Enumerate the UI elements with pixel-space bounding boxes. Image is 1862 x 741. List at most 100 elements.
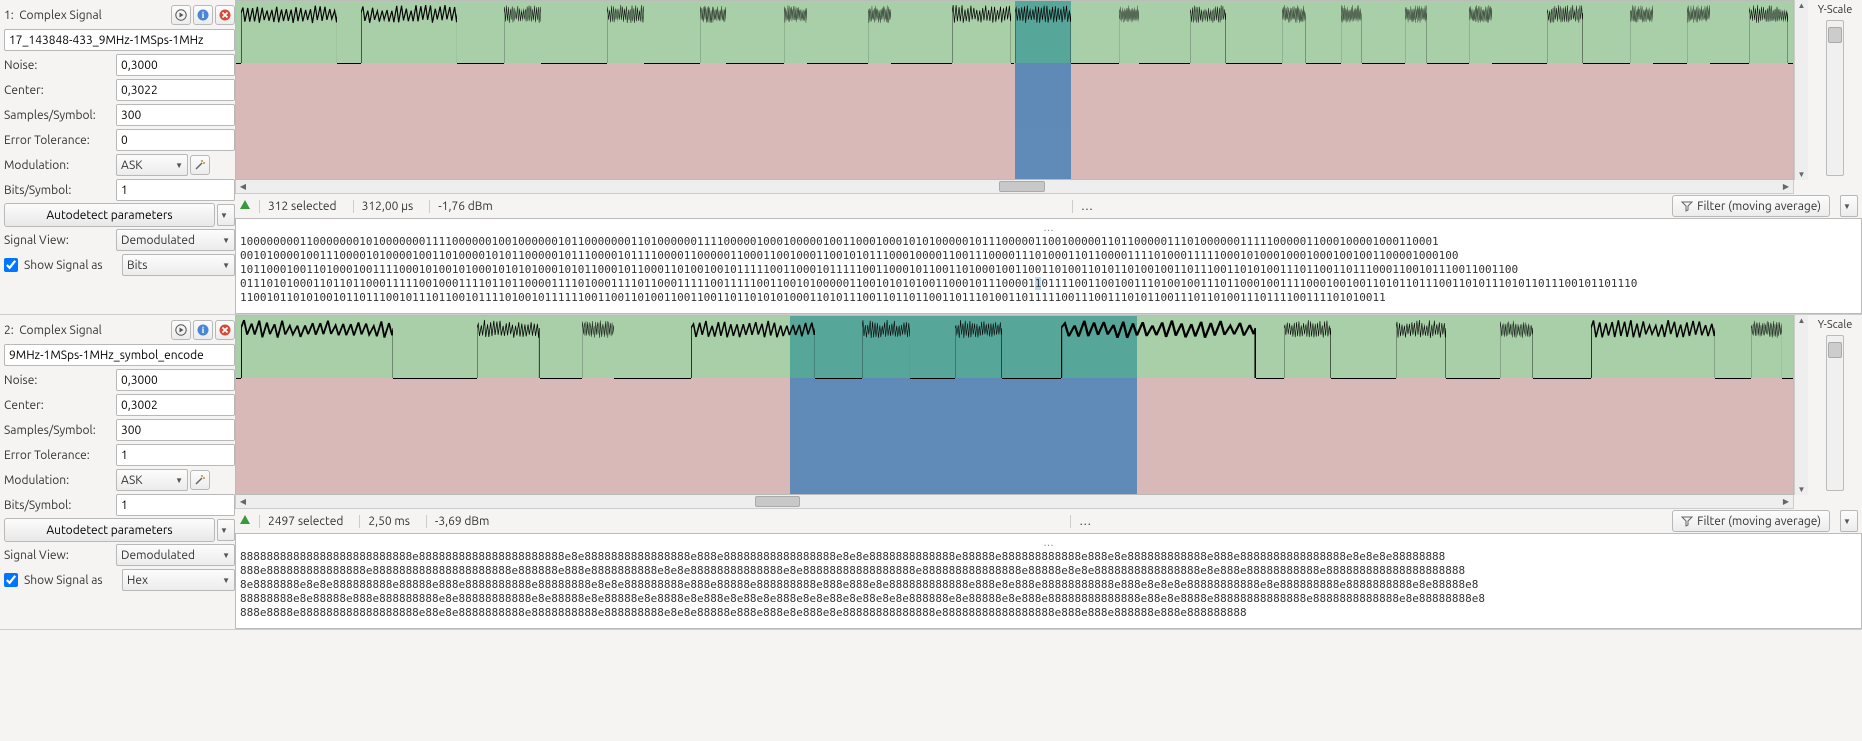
center-input[interactable]: ▲ ▼ bbox=[116, 79, 235, 101]
filter-dropdown[interactable]: ▼ bbox=[1840, 510, 1858, 532]
signal-burst bbox=[477, 316, 539, 378]
autodetect-modulation-button[interactable] bbox=[190, 470, 210, 490]
noise-input[interactable]: ▲ ▼ bbox=[116, 369, 235, 391]
data-line[interactable]: 1011000100110100010011110001010010100010… bbox=[240, 263, 1857, 277]
data-line[interactable]: 888e8888e888888888888888888e88e8e8888888… bbox=[240, 606, 1857, 620]
modulation-select[interactable]: ASK▼ bbox=[116, 154, 188, 176]
data-line[interactable]: 1000000001100000001010000000111100000010… bbox=[240, 235, 1857, 249]
chevron-down-icon: ▼ bbox=[1843, 517, 1851, 526]
center-input[interactable]: ▲ ▼ bbox=[116, 394, 235, 416]
data-line[interactable]: 8e8888888e8e8e888888888e88888e888e888888… bbox=[240, 578, 1857, 592]
close-button[interactable] bbox=[215, 5, 235, 25]
signalview-select[interactable]: Demodulated▼ bbox=[116, 544, 235, 566]
data-line[interactable]: 0111010100011011011000111110010001111011… bbox=[240, 277, 1857, 291]
up-arrow-icon bbox=[239, 199, 251, 214]
signal-burst bbox=[952, 1, 1011, 63]
close-button[interactable] bbox=[215, 320, 235, 340]
show-as-label: Show Signal as bbox=[24, 574, 116, 587]
scroll-up-icon[interactable]: ▲ bbox=[1798, 316, 1806, 325]
scroll-down-icon[interactable]: ▼ bbox=[1798, 485, 1806, 494]
controls-column: 1: Complex Signal i Noise: ▲ ▼ Center: ▲… bbox=[0, 0, 235, 314]
bits-input[interactable]: ▲ ▼ bbox=[116, 179, 235, 201]
noise-input[interactable]: ▲ ▼ bbox=[116, 54, 235, 76]
autodetect-modulation-button[interactable] bbox=[190, 155, 210, 175]
vertical-scrollbar[interactable]: ▲ ▼ bbox=[1794, 0, 1808, 180]
data-view[interactable]: … 10000000011000000010100000001111000000… bbox=[235, 218, 1862, 314]
modulation-select[interactable]: ASK▼ bbox=[116, 469, 188, 491]
bits-input[interactable]: ▲ ▼ bbox=[116, 494, 235, 516]
scroll-left-icon[interactable]: ◀ bbox=[236, 182, 250, 191]
error-label: Error Tolerance: bbox=[4, 449, 116, 462]
autodetect-button[interactable]: Autodetect parameters bbox=[4, 518, 215, 542]
chevron-down-icon: ▼ bbox=[222, 576, 230, 585]
up-arrow-icon bbox=[239, 514, 251, 529]
signal-burst bbox=[1500, 316, 1533, 378]
signal-burst bbox=[1749, 1, 1788, 63]
signal-burst bbox=[700, 1, 726, 63]
chevron-down-icon: ▼ bbox=[175, 161, 183, 170]
error-input[interactable]: ▲ ▼ bbox=[116, 444, 235, 466]
data-line[interactable]: 88888888e8e88888e888e888888888e8e8888888… bbox=[240, 592, 1857, 606]
error-label: Error Tolerance: bbox=[4, 134, 116, 147]
filter-button[interactable]: Filter (moving average) bbox=[1672, 510, 1830, 532]
scroll-right-icon[interactable]: ▶ bbox=[1779, 182, 1793, 191]
show-as-checkbox[interactable] bbox=[4, 573, 18, 587]
filter-label: Filter (moving average) bbox=[1697, 515, 1821, 528]
scroll-up-icon[interactable]: ▲ bbox=[1798, 1, 1806, 10]
status-power: -1,76 dBm bbox=[429, 200, 500, 213]
chevron-down-icon: ▼ bbox=[220, 526, 228, 535]
filename-input[interactable] bbox=[4, 29, 235, 51]
error-input[interactable]: ▲ ▼ bbox=[116, 129, 235, 151]
signalview-label: Signal View: bbox=[4, 549, 116, 562]
filename-input[interactable] bbox=[4, 344, 235, 366]
show-as-select[interactable]: Hex▼ bbox=[122, 569, 235, 591]
signalview-label: Signal View: bbox=[4, 234, 116, 247]
ellipsis-bottom: … bbox=[240, 305, 1857, 314]
data-line[interactable]: 0010100001001110000101000010011010000101… bbox=[240, 249, 1857, 263]
signal-burst bbox=[1119, 1, 1139, 63]
signal-burst bbox=[1591, 316, 1716, 378]
yscale-slider[interactable] bbox=[1826, 335, 1844, 491]
horizontal-scrollbar[interactable]: ◀ ▶ bbox=[235, 180, 1794, 194]
signal-burst bbox=[582, 316, 615, 378]
vertical-scrollbar[interactable]: ▲ ▼ bbox=[1794, 315, 1808, 495]
status-time: 2,50 ms bbox=[359, 515, 418, 528]
play-button[interactable] bbox=[171, 5, 191, 25]
autodetect-dropdown[interactable]: ▼ bbox=[217, 204, 235, 226]
modulation-label: Modulation: bbox=[4, 159, 116, 172]
autodetect-dropdown[interactable]: ▼ bbox=[217, 519, 235, 541]
status-power: -3,69 dBm bbox=[426, 515, 497, 528]
horizontal-scrollbar[interactable]: ◀ ▶ bbox=[235, 495, 1794, 509]
waveform-view[interactable] bbox=[235, 0, 1794, 180]
signalview-select[interactable]: Demodulated▼ bbox=[116, 229, 235, 251]
filter-button[interactable]: Filter (moving average) bbox=[1672, 195, 1830, 217]
show-as-select[interactable]: Bits▼ bbox=[122, 254, 235, 276]
status-ellipsis: … bbox=[1070, 515, 1099, 528]
autodetect-button[interactable]: Autodetect parameters bbox=[4, 203, 215, 227]
scroll-left-icon[interactable]: ◀ bbox=[236, 497, 250, 506]
filter-dropdown[interactable]: ▼ bbox=[1840, 195, 1858, 217]
scrollbar-thumb[interactable] bbox=[755, 496, 801, 507]
signal-burst bbox=[1469, 1, 1492, 63]
show-as-checkbox[interactable] bbox=[4, 258, 18, 272]
data-line[interactable]: 88888888888888888888888888e8888888888888… bbox=[240, 550, 1857, 564]
samples-input[interactable]: ▲ ▼ bbox=[116, 419, 235, 441]
signal-burst bbox=[1284, 316, 1331, 378]
info-button[interactable]: i bbox=[193, 320, 213, 340]
data-line[interactable]: 1100101101010010110111001011101100101111… bbox=[240, 291, 1857, 305]
scroll-right-icon[interactable]: ▶ bbox=[1779, 497, 1793, 506]
main-area: ▲ ▼ Y-Scale ◀ ▶ 2497 selected 2,50 ms -3… bbox=[235, 315, 1862, 629]
samples-input[interactable]: ▲ ▼ bbox=[116, 104, 235, 126]
signal-burst bbox=[868, 1, 891, 63]
info-button[interactable]: i bbox=[193, 5, 213, 25]
scroll-down-icon[interactable]: ▼ bbox=[1798, 170, 1806, 179]
chevron-down-icon: ▼ bbox=[222, 261, 230, 270]
waveform-view[interactable] bbox=[235, 315, 1794, 495]
data-view[interactable]: … 88888888888888888888888888e88888888888… bbox=[235, 533, 1862, 629]
play-button[interactable] bbox=[171, 320, 191, 340]
status-bar: 312 selected 312,00 µs -1,76 dBm … Filte… bbox=[235, 194, 1862, 218]
yscale-slider[interactable] bbox=[1826, 20, 1844, 176]
data-line[interactable]: 888e888888888888888e88888888888888888888… bbox=[240, 564, 1857, 578]
scrollbar-thumb[interactable] bbox=[999, 181, 1045, 192]
signal-burst bbox=[1630, 1, 1653, 63]
